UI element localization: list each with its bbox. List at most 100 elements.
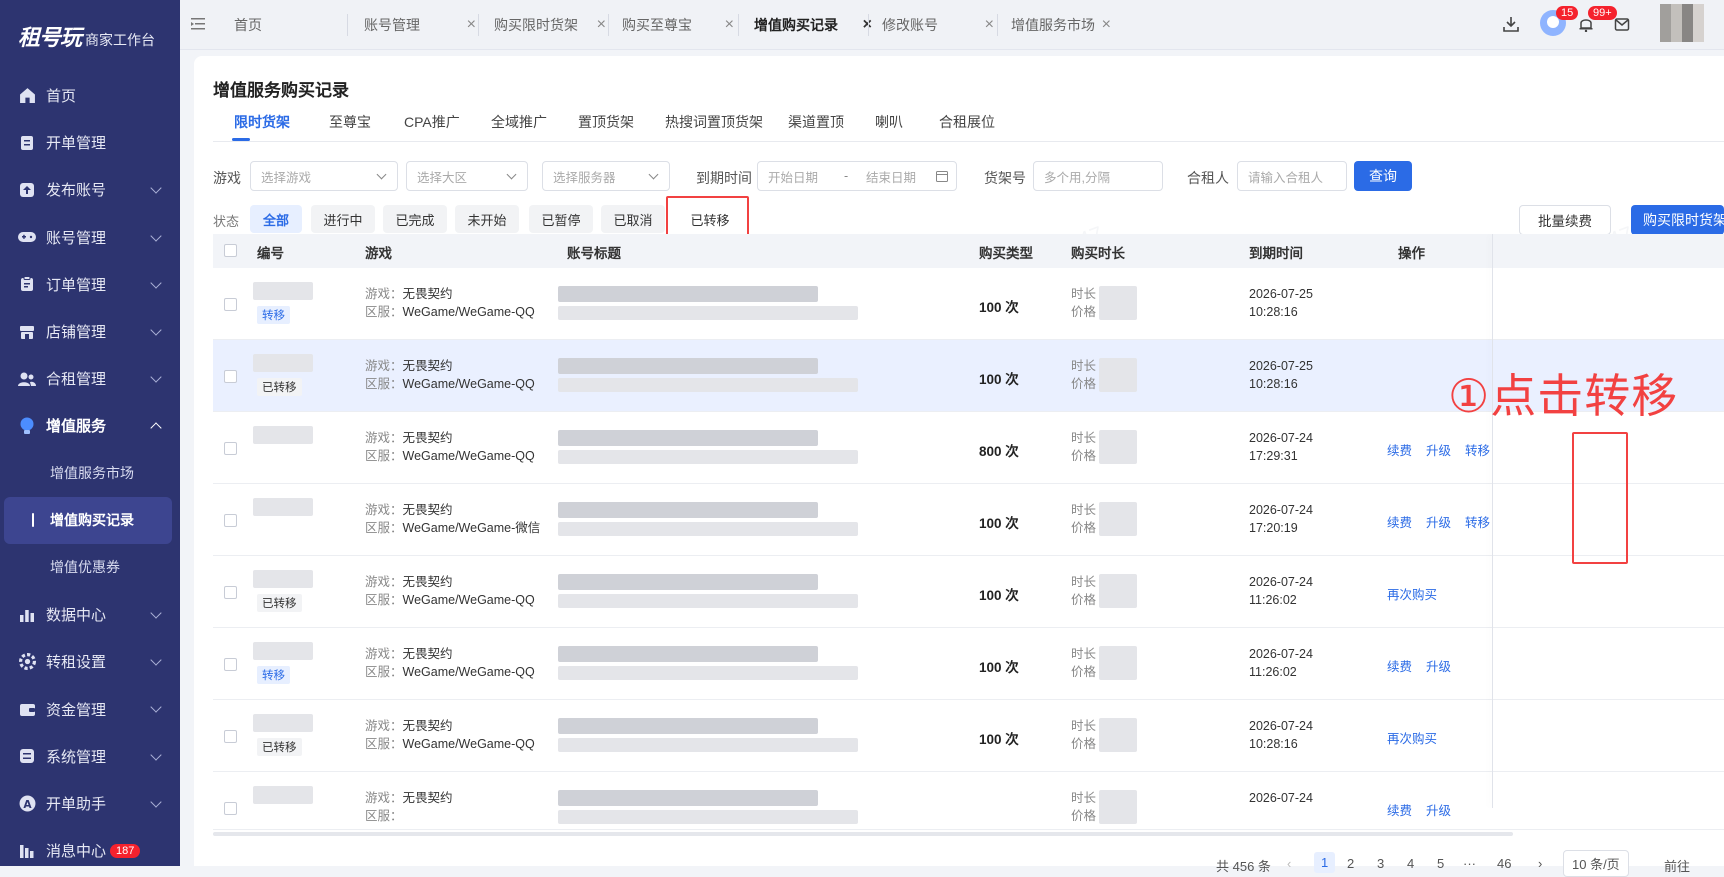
subtab-top-shelf[interactable]: 置顶货架 — [578, 112, 634, 132]
status-chip-not-started[interactable]: 未开始 — [455, 205, 519, 233]
subtab-channel-top[interactable]: 渠道置顶 — [788, 112, 844, 132]
sidebar-item-system[interactable]: 系统管理 — [0, 733, 180, 780]
status-chip-paused[interactable]: 已暂停 — [529, 205, 593, 233]
op-link-2[interactable]: 转移 — [1465, 440, 1490, 459]
sidebar-item-funds[interactable]: 资金管理 — [0, 685, 180, 732]
partner-input[interactable]: 请输入合租人 — [1237, 161, 1347, 191]
row-checkbox[interactable] — [224, 298, 237, 311]
op-link-1[interactable]: 升级 — [1426, 512, 1451, 531]
subtab-supreme[interactable]: 至尊宝 — [329, 112, 371, 132]
sidebar-item-orders[interactable]: 订单管理 — [0, 261, 180, 308]
shelf-input[interactable]: 多个用,分隔 — [1033, 161, 1163, 191]
page-3[interactable]: 3 — [1377, 856, 1384, 871]
sidebar-item-value-added[interactable]: 增值服务 — [0, 402, 180, 449]
row-checkbox[interactable] — [224, 514, 237, 527]
op-link-1[interactable]: 升级 — [1426, 440, 1451, 459]
sidebar-item-coshare[interactable]: 合租管理 — [0, 355, 180, 402]
op-link-0[interactable]: 再次购买 — [1387, 584, 1437, 603]
tab-account-management[interactable]: 账号管理 × — [364, 12, 476, 38]
sidebar-item-sublet-settings[interactable]: 转租设置 — [0, 638, 180, 685]
download-icon[interactable] — [1499, 12, 1523, 36]
region-prefix: 区服： — [365, 665, 403, 679]
tab-purchase-records[interactable]: 增值购买记录× — [754, 12, 872, 38]
op-link-0[interactable]: 续费 — [1387, 440, 1412, 459]
tab-buy-limited-shelf[interactable]: 购买限时货架 × — [494, 12, 606, 38]
next-page-icon[interactable]: › — [1538, 856, 1542, 871]
sidebar-item-home[interactable]: 首页 — [0, 72, 180, 119]
expire-cell: 2026-07-24 — [1249, 789, 1313, 807]
status-chip-completed[interactable]: 已完成 — [383, 205, 447, 233]
sidebar-item-messages[interactable]: 消息中心 187 — [0, 827, 180, 874]
page-2[interactable]: 2 — [1347, 856, 1354, 871]
op-link-0[interactable]: 续费 — [1387, 512, 1412, 531]
collapse-menu-icon[interactable] — [186, 12, 210, 36]
subtab-cpa[interactable]: CPA推广 — [404, 112, 460, 132]
close-icon[interactable]: × — [985, 16, 994, 34]
close-icon[interactable]: × — [597, 16, 606, 34]
op-link-1[interactable]: 升级 — [1426, 656, 1451, 675]
sidebar-item-assistant[interactable]: A 开单助手 — [0, 780, 180, 827]
expire-label: 到期时间 — [696, 170, 752, 186]
sidebar-item-store[interactable]: 店铺管理 — [0, 308, 180, 355]
row-checkbox[interactable] — [224, 802, 237, 815]
subtab-hot-keyword[interactable]: 热搜词置顶货架 — [665, 112, 763, 132]
close-icon[interactable]: × — [725, 16, 734, 34]
duration-prefix: 时长 — [1071, 719, 1097, 733]
query-button[interactable]: 查询 — [1354, 161, 1412, 191]
op-link-0[interactable]: 续费 — [1387, 800, 1412, 819]
tab-home[interactable]: 首页 — [234, 12, 314, 38]
page-size-select[interactable]: 10 条/页 — [1563, 850, 1629, 877]
op-link-1[interactable]: 升级 — [1426, 800, 1451, 819]
region-select[interactable]: 选择大区 — [406, 161, 528, 191]
page-1[interactable]: 1 — [1314, 852, 1336, 873]
subtab-global-promo[interactable]: 全域推广 — [491, 112, 547, 132]
sidebar-subitem-market[interactable]: 增值服务市场 — [0, 450, 180, 497]
tab-buy-supreme[interactable]: 购买至尊宝 × — [622, 12, 734, 38]
mail-icon[interactable] — [1610, 12, 1634, 36]
bulb-icon — [18, 417, 36, 435]
avatar[interactable] — [1660, 4, 1704, 42]
row-checkbox[interactable] — [224, 370, 237, 383]
row-checkbox[interactable] — [224, 730, 237, 743]
sidebar-item-data-center[interactable]: 数据中心 — [0, 591, 180, 638]
bell-icon[interactable]: 99+ — [1574, 6, 1617, 36]
row-checkbox[interactable] — [224, 442, 237, 455]
page-4[interactable]: 4 — [1407, 856, 1414, 871]
redacted-title — [558, 790, 818, 806]
status-chip-in-progress[interactable]: 进行中 — [311, 205, 375, 233]
page-46[interactable]: 46 — [1497, 856, 1511, 871]
row-checkbox[interactable] — [224, 586, 237, 599]
sidebar-item-order-create[interactable]: 开单管理 — [0, 119, 180, 166]
close-icon[interactable]: × — [467, 16, 476, 34]
server-select[interactable]: 选择服务器 — [542, 161, 670, 191]
sidebar-subitem-purchase-records[interactable]: 增值购买记录 — [4, 496, 172, 544]
close-icon[interactable]: × — [1102, 16, 1111, 34]
sidebar-item-label: 订单管理 — [46, 276, 107, 294]
batch-renew-button[interactable]: 批量续费 — [1519, 205, 1611, 235]
select-all-checkbox[interactable] — [224, 244, 237, 257]
tab-value-added-market[interactable]: 增值服务市场 × — [1011, 12, 1111, 38]
subtab-limited-shelf[interactable]: 限时货架 — [234, 112, 290, 132]
game-cell: 游戏：无畏契约 区服：WeGame/WeGame-QQ — [365, 285, 535, 321]
sidebar-item-publish[interactable]: 发布账号 — [0, 166, 180, 213]
date-range-picker[interactable]: 开始日期 - 结束日期 — [757, 161, 957, 191]
subtab-horn[interactable]: 喇叭 — [875, 112, 903, 132]
page-5[interactable]: 5 — [1437, 856, 1444, 871]
row-checkbox[interactable] — [224, 658, 237, 671]
buy-limited-shelf-button[interactable]: 购买限时货架 — [1631, 205, 1724, 235]
brand-logo[interactable]: 租号玩 商家工作台 — [18, 20, 155, 52]
status-chip-cancelled[interactable]: 已取消 — [601, 205, 665, 233]
page-ellipsis[interactable]: ··· — [1463, 856, 1476, 871]
status-chip-all[interactable]: 全部 — [250, 205, 302, 233]
sidebar-item-accounts[interactable]: 账号管理 — [0, 214, 180, 261]
sidebar-subitem-coupons[interactable]: 增值优惠券 — [0, 544, 180, 591]
customer-service-icon[interactable]: 15 — [1538, 6, 1579, 38]
subtab-coshare-booth[interactable]: 合租展位 — [939, 112, 995, 132]
game-select[interactable]: 选择游戏 — [250, 161, 398, 191]
horizontal-scrollbar[interactable] — [213, 832, 1513, 836]
prev-page-icon[interactable]: ‹ — [1287, 856, 1291, 871]
op-link-0[interactable]: 再次购买 — [1387, 728, 1437, 747]
op-link-0[interactable]: 续费 — [1387, 656, 1412, 675]
op-link-2[interactable]: 转移 — [1465, 512, 1490, 531]
tab-edit-account[interactable]: 修改账号 × — [882, 12, 994, 38]
